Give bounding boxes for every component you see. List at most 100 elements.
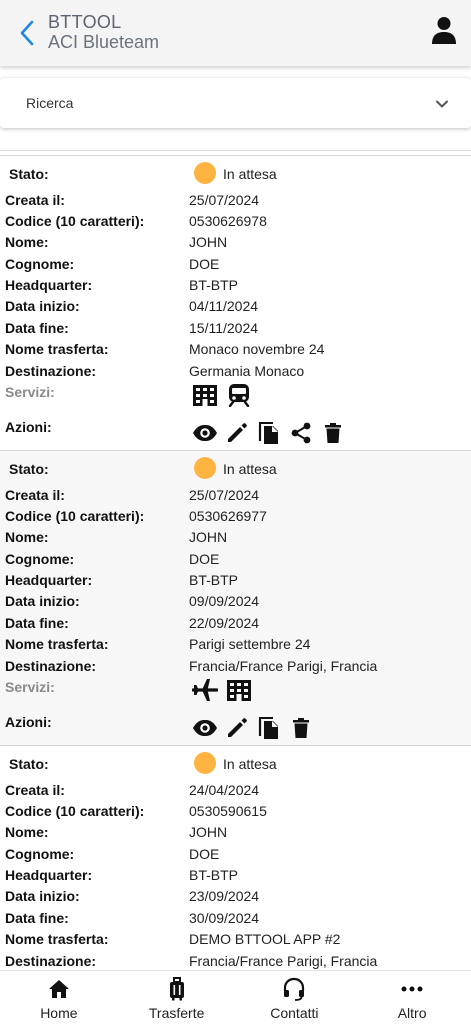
value-data-fine: 22/09/2024 xyxy=(189,615,260,631)
row-data-inizio: Data inizio: 09/09/2024 xyxy=(0,591,471,611)
value-cognome: DOE xyxy=(189,551,220,567)
nav-contatti[interactable]: Contatti xyxy=(236,971,354,1024)
status-text: In attesa xyxy=(223,166,277,182)
label-creata: Creata il: xyxy=(5,192,65,208)
label-stato: Stato: xyxy=(9,461,49,477)
hotel-icon xyxy=(192,382,218,408)
trip-record: Stato: In attesa Creata il: 25/07/2024 C… xyxy=(0,450,471,745)
copy-button[interactable] xyxy=(256,420,282,446)
row-destinazione: Destinazione: Francia/France Parigi, Fra… xyxy=(0,656,471,676)
action-icons xyxy=(192,420,346,446)
label-azioni: Azioni: xyxy=(5,714,52,730)
row-creata: Creata il: 24/04/2024 xyxy=(0,780,471,800)
back-button[interactable] xyxy=(14,18,40,48)
delete-icon xyxy=(324,422,342,444)
value-data-fine: 30/09/2024 xyxy=(189,910,260,926)
label-cognome: Cognome: xyxy=(5,256,75,272)
app-subtitle: ACI Blueteam xyxy=(48,32,160,52)
share-icon xyxy=(290,422,312,444)
row-data-inizio: Data inizio: 23/09/2024 xyxy=(0,886,471,906)
app-header: BTTOOL ACI Blueteam xyxy=(0,0,471,66)
label-data-inizio: Data inizio: xyxy=(5,888,80,904)
label-nome: Nome: xyxy=(5,529,49,545)
value-nome: JOHN xyxy=(189,234,228,250)
value-headquarter: BT-BTP xyxy=(189,867,239,883)
bottom-nav: Home Trasferte Contatti Altro xyxy=(0,970,471,1024)
value-headquarter: BT-BTP xyxy=(189,572,239,588)
row-creata: Creata il: 25/07/2024 xyxy=(0,190,471,210)
row-headquarter: Headquarter: BT-BTP xyxy=(0,865,471,885)
label-servizi: Servizi: xyxy=(5,384,55,400)
status-dot xyxy=(194,752,216,774)
trip-record: Stato: In attesa Creata il: 24/04/2024 C… xyxy=(0,745,471,970)
label-creata: Creata il: xyxy=(5,487,65,503)
value-destinazione: Francia/France Parigi, Francia xyxy=(189,658,378,674)
value-nome: JOHN xyxy=(189,824,228,840)
label-cognome: Cognome: xyxy=(5,551,75,567)
view-button[interactable] xyxy=(192,715,218,741)
value-cognome: DOE xyxy=(189,256,220,272)
row-headquarter: Headquarter: BT-BTP xyxy=(0,570,471,590)
value-headquarter: BT-BTP xyxy=(189,277,239,293)
value-codice: 0530590615 xyxy=(189,803,267,819)
label-headquarter: Headquarter: xyxy=(5,867,93,883)
value-nome-trasferta: Monaco novembre 24 xyxy=(189,341,325,357)
services-icons xyxy=(192,677,252,703)
nav-trasferte[interactable]: Trasferte xyxy=(118,971,236,1024)
row-nome: Nome: JOHN xyxy=(0,527,471,547)
row-codice: Codice (10 caratteri): 0530626978 xyxy=(0,211,471,231)
row-data-inizio: Data inizio: 04/11/2024 xyxy=(0,296,471,316)
value-creata: 25/07/2024 xyxy=(189,487,260,503)
row-creata: Creata il: 25/07/2024 xyxy=(0,485,471,505)
edit-icon xyxy=(226,422,248,444)
edit-button[interactable] xyxy=(224,420,250,446)
label-creata: Creata il: xyxy=(5,782,65,798)
edit-icon xyxy=(226,717,248,739)
flight-icon xyxy=(192,677,218,703)
value-destinazione: Francia/France Parigi, Francia xyxy=(189,953,378,969)
label-nome-trasferta: Nome trasferta: xyxy=(5,931,109,947)
delete-button[interactable] xyxy=(320,420,346,446)
edit-button[interactable] xyxy=(224,715,250,741)
label-nome: Nome: xyxy=(5,234,49,250)
app-title: BTTOOL xyxy=(48,12,122,32)
chevron-left-icon xyxy=(20,20,34,46)
label-data-inizio: Data inizio: xyxy=(5,593,80,609)
value-data-inizio: 09/09/2024 xyxy=(189,593,260,609)
label-codice: Codice (10 caratteri): xyxy=(5,508,145,524)
chevron-down-icon xyxy=(436,100,448,108)
nav-altro[interactable]: Altro xyxy=(353,971,471,1024)
label-data-fine: Data fine: xyxy=(5,910,69,926)
view-icon xyxy=(192,719,218,737)
row-destinazione: Destinazione: Germania Monaco xyxy=(0,361,471,381)
share-button[interactable] xyxy=(288,420,314,446)
label-servizi: Servizi: xyxy=(5,679,55,695)
row-nome: Nome: JOHN xyxy=(0,232,471,252)
label-nome-trasferta: Nome trasferta: xyxy=(5,341,109,357)
view-button[interactable] xyxy=(192,420,218,446)
copy-icon xyxy=(258,421,280,445)
value-codice: 0530626977 xyxy=(189,508,267,524)
nav-home[interactable]: Home xyxy=(0,971,118,1024)
label-destinazione: Destinazione: xyxy=(5,658,97,674)
value-nome: JOHN xyxy=(189,529,228,545)
value-data-fine: 15/11/2024 xyxy=(189,320,259,336)
more-horizontal-icon xyxy=(401,986,423,992)
view-icon xyxy=(192,424,218,442)
search-panel[interactable]: Ricerca xyxy=(0,78,471,128)
delete-button[interactable] xyxy=(288,715,314,741)
label-data-fine: Data fine: xyxy=(5,615,69,631)
copy-button[interactable] xyxy=(256,715,282,741)
row-cognome: Cognome: DOE xyxy=(0,254,471,274)
nav-altro-label: Altro xyxy=(397,1005,427,1021)
label-headquarter: Headquarter: xyxy=(5,572,93,588)
value-data-inizio: 23/09/2024 xyxy=(189,888,260,904)
label-codice: Codice (10 caratteri): xyxy=(5,803,145,819)
trip-record: Stato: In attesa Creata il: 25/07/2024 C… xyxy=(0,155,471,450)
label-destinazione: Destinazione: xyxy=(5,953,97,969)
row-nome-trasferta: Nome trasferta: DEMO BTTOOL APP #2 xyxy=(0,929,471,949)
status-dot xyxy=(194,162,216,184)
hotel-icon xyxy=(226,677,252,703)
user-profile-button[interactable] xyxy=(431,16,459,46)
value-nome-trasferta: DEMO BTTOOL APP #2 xyxy=(189,931,341,947)
